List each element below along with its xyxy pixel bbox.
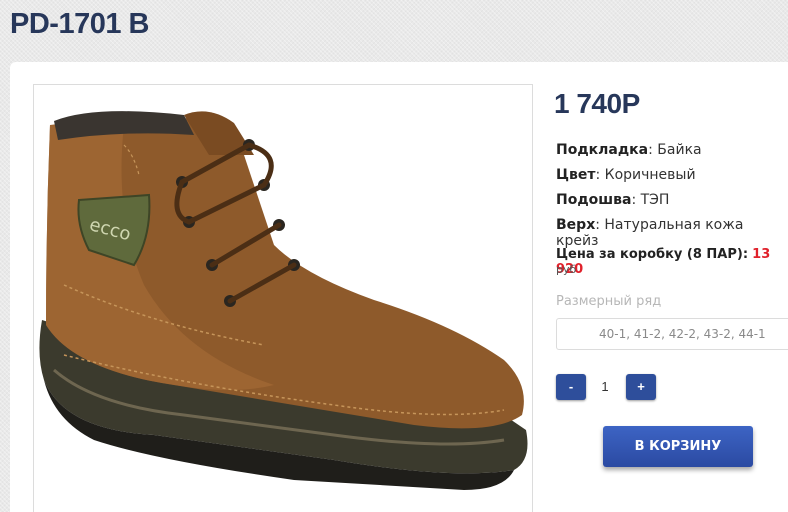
spec-label: Верх — [556, 217, 596, 233]
boot-image-icon: ecco — [39, 111, 528, 490]
spec-label: Подошва — [556, 192, 632, 208]
size-range-label: Размерный ряд — [556, 294, 662, 309]
spec-label: Подкладка — [556, 142, 649, 158]
spec-value: ТЭП — [640, 192, 670, 208]
currency-label: руб — [556, 263, 577, 276]
spec-value: Коричневый — [604, 167, 696, 183]
product-title: PD-1701 B — [10, 8, 149, 40]
box-price: Цена за коробку (8 ПАР): 13 920 — [556, 247, 788, 277]
add-to-cart-button[interactable]: В КОРЗИНУ — [603, 426, 753, 467]
spec-upper: Верх: Натуральная кожа крейз — [556, 217, 744, 249]
spec-color: Цвет: Коричневый — [556, 167, 696, 183]
quantity-plus-button[interactable]: + — [626, 374, 656, 400]
size-range-select[interactable]: 40-1, 41-2, 42-2, 43-2, 44-1 — [556, 318, 788, 350]
quantity-minus-button[interactable]: - — [556, 374, 586, 400]
product-price: 1 740Р — [554, 88, 640, 119]
spec-label: Цвет — [556, 167, 596, 183]
box-price-label: Цена за коробку (8 ПАР): — [556, 247, 749, 262]
spec-lining: Подкладка: Байка — [556, 142, 702, 158]
spec-sole: Подошва: ТЭП — [556, 192, 670, 208]
spec-value: Байка — [657, 142, 702, 158]
quantity-value[interactable]: 1 — [590, 374, 620, 400]
product-image[interactable]: ecco — [33, 84, 533, 512]
